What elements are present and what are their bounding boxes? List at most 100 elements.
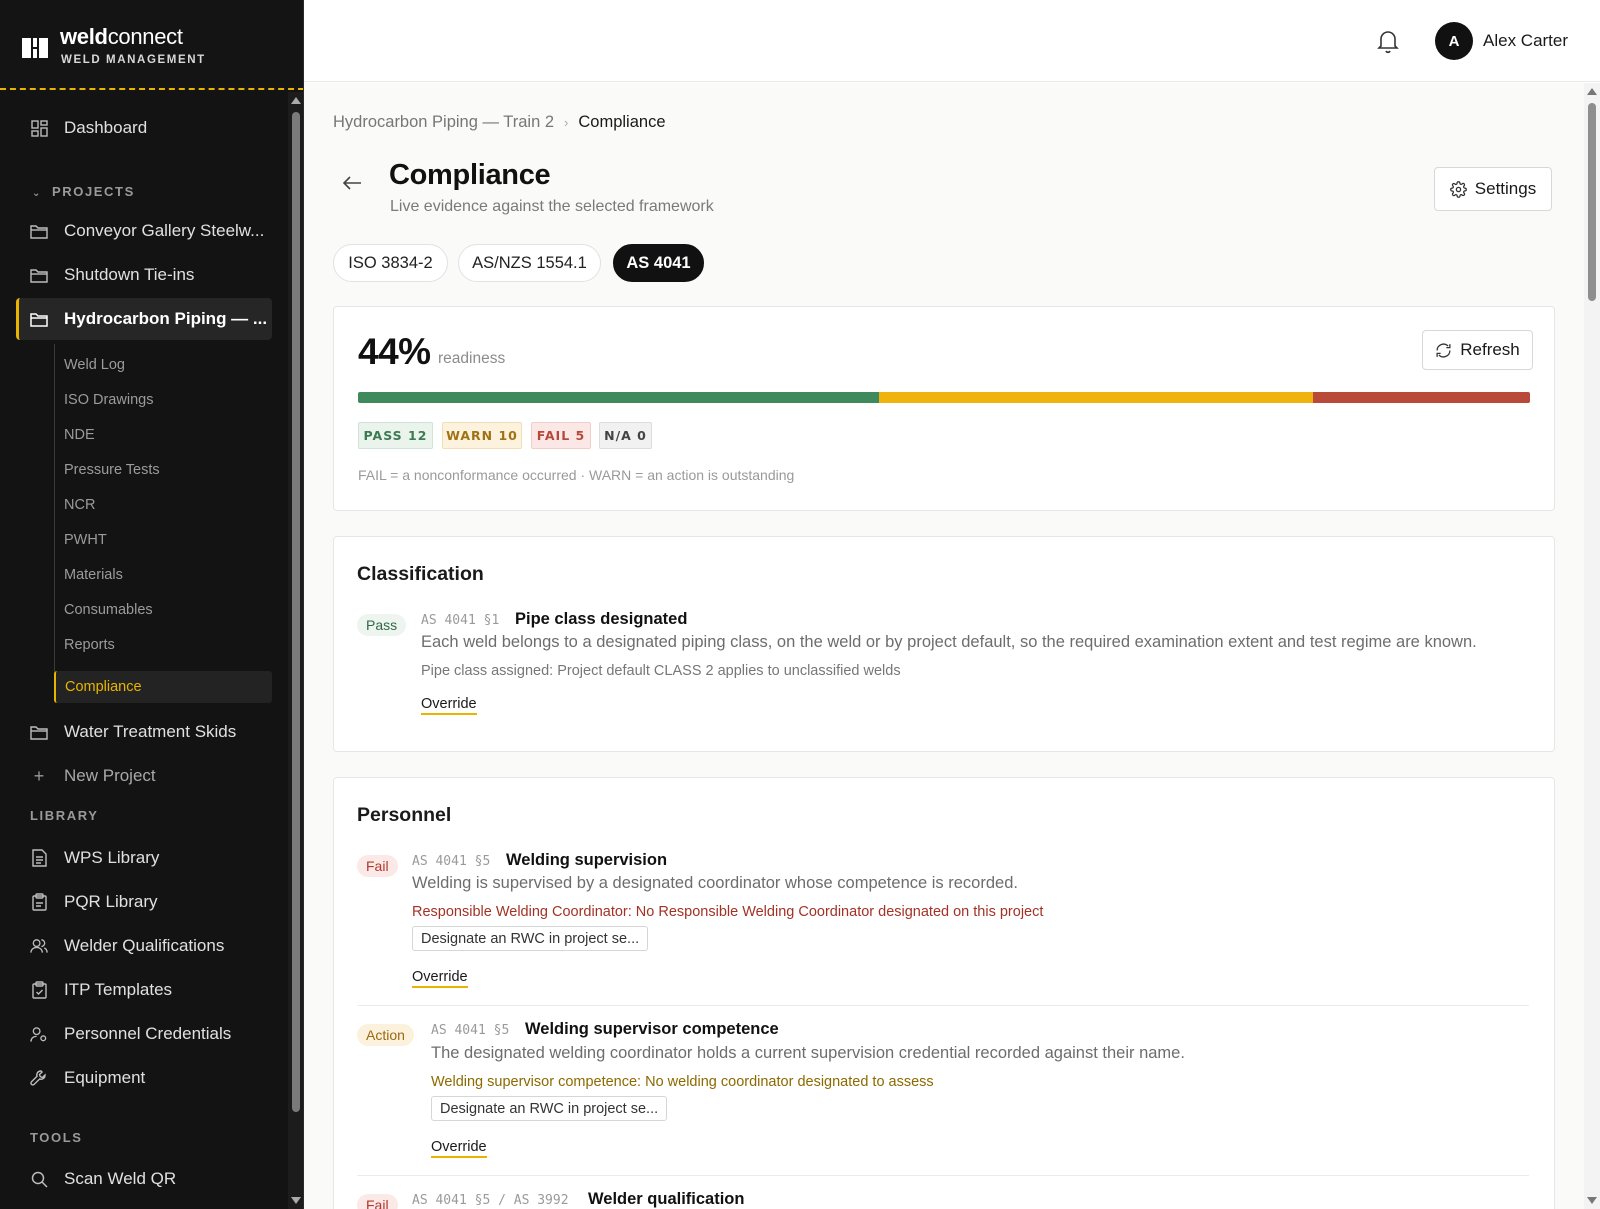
tab-as-4041[interactable]: AS 4041 (613, 244, 704, 282)
sidebar-item-label: PQR Library (64, 892, 158, 911)
readiness-card: 44% readiness Refresh PASS 12 WARN 10 FA… (333, 306, 1555, 511)
sidebar-item-label: Hydrocarbon Piping — ... (64, 309, 268, 328)
status-badge: Action (357, 1024, 414, 1046)
refresh-button[interactable]: Refresh (1422, 330, 1533, 370)
subnav-pwht[interactable]: PWHT (64, 532, 107, 548)
new-project-button[interactable]: + New Project (16, 755, 272, 797)
scroll-down-arrow-icon[interactable] (291, 1197, 301, 1204)
section-title: Classification (357, 563, 484, 585)
check-title: Welder qualification (588, 1190, 745, 1208)
clause-reference: AS 4041 §1 (421, 613, 500, 628)
check-title: Welding supervisor competence (525, 1020, 779, 1038)
brand-header[interactable]: weldconnect WELD MANAGEMENT (0, 0, 303, 90)
avatar[interactable]: A (1435, 22, 1473, 60)
check-description: The designated welding coordinator holds… (431, 1044, 1185, 1062)
check-evidence: Pipe class assigned: Project default CLA… (421, 663, 901, 679)
sidebar-item-project-conveyor[interactable]: Conveyor Gallery Steelw... (16, 210, 272, 252)
plus-icon: + (33, 765, 45, 786)
sidebar-item-label: Scan Weld QR (64, 1169, 177, 1188)
sidebar-item-welder-qualifications[interactable]: Welder Qualifications (16, 925, 272, 967)
status-badge: Fail (357, 1194, 398, 1209)
sidebar-item-project-water[interactable]: Water Treatment Skids (16, 711, 272, 753)
user-cog-icon (30, 1025, 48, 1043)
scroll-up-arrow-icon[interactable] (291, 97, 301, 104)
status-legend-note: FAIL = a nonconformance occurred · WARN … (358, 467, 795, 483)
sidebar-item-label: Conveyor Gallery Steelw... (64, 221, 265, 240)
override-link[interactable]: Override (412, 969, 468, 988)
status-badge: Pass (357, 614, 407, 636)
subnav-compliance[interactable]: Compliance (54, 671, 272, 703)
personnel-card: Personnel Fail AS 4041 §5 Welding superv… (333, 777, 1555, 1209)
progress-segment-fail (1312, 392, 1530, 403)
sidebar-scrollbar[interactable] (288, 92, 303, 1209)
override-link[interactable]: Override (421, 696, 477, 715)
tab-as-nzs-1554-1[interactable]: AS/NZS 1554.1 (458, 244, 601, 282)
subnav-weld-log[interactable]: Weld Log (64, 357, 125, 373)
subnav-materials[interactable]: Materials (64, 567, 123, 583)
sidebar-item-label: WPS Library (64, 848, 160, 867)
sidebar-item-dashboard[interactable]: Dashboard (16, 107, 272, 149)
action-note[interactable]: Designate an RWC in project se... (412, 926, 649, 951)
subnav-consumables[interactable]: Consumables (64, 602, 153, 618)
scroll-up-arrow-icon[interactable] (1587, 88, 1597, 95)
status-badge-pass[interactable]: PASS 12 (358, 422, 433, 449)
scrollbar-thumb[interactable] (1588, 103, 1596, 301)
library-section-header: LIBRARY (30, 808, 99, 823)
brand-name: weldconnect (60, 24, 183, 49)
main-scrollbar[interactable] (1584, 83, 1600, 1209)
clipboard-icon (30, 893, 48, 911)
bell-icon[interactable] (1376, 28, 1400, 54)
classification-card: Classification Pass AS 4041 §1 Pipe clas… (333, 536, 1555, 752)
scroll-down-arrow-icon[interactable] (1587, 1197, 1597, 1204)
sidebar-item-label: ITP Templates (64, 980, 173, 999)
refresh-icon (1436, 343, 1451, 357)
sidebar-item-project-hydrocarbon[interactable]: Hydrocarbon Piping — ... (16, 298, 272, 340)
sidebar-item-wps-library[interactable]: WPS Library (16, 837, 272, 879)
clause-reference: AS 4041 §5 (431, 1023, 510, 1038)
sidebar-item-project-shutdown[interactable]: Shutdown Tie-ins (16, 254, 272, 296)
readiness-percent: 44% (358, 331, 431, 372)
user-name[interactable]: Alex Carter (1483, 31, 1568, 51)
dashboard-grid-icon (30, 119, 48, 137)
sidebar-item-scan-weld-qr[interactable]: Scan Weld QR (16, 1158, 272, 1200)
sidebar-item-personnel-credentials[interactable]: Personnel Credentials (16, 1013, 272, 1055)
override-link[interactable]: Override (431, 1139, 487, 1158)
subnav-ncr[interactable]: NCR (64, 497, 95, 513)
action-note[interactable]: Designate an RWC in project se... (431, 1096, 668, 1121)
progress-segment-pass (358, 392, 879, 403)
status-badge-warn[interactable]: WARN 10 (442, 422, 522, 449)
breadcrumb-current: Compliance (578, 113, 666, 131)
tab-iso-3834-2[interactable]: ISO 3834-2 (333, 244, 448, 282)
search-icon (30, 1170, 48, 1188)
settings-label: Settings (1474, 179, 1537, 198)
sidebar-item-label: Shutdown Tie-ins (64, 265, 195, 284)
section-title: Personnel (357, 804, 452, 826)
status-badge-fail[interactable]: FAIL 5 (531, 422, 591, 449)
page-title: Compliance (389, 159, 551, 191)
back-arrow-icon[interactable] (342, 175, 362, 191)
folder-icon (30, 222, 48, 240)
subnav-iso-drawings[interactable]: ISO Drawings (64, 392, 153, 408)
subnav-nde[interactable]: NDE (64, 427, 95, 443)
status-badge: Fail (357, 855, 398, 877)
sidebar-item-label: Water Treatment Skids (64, 722, 237, 741)
check-title: Pipe class designated (515, 610, 688, 628)
folder-open-icon (30, 310, 48, 328)
breadcrumb-parent[interactable]: Hydrocarbon Piping — Train 2 (333, 113, 554, 132)
wrench-icon (30, 1069, 48, 1087)
scrollbar-thumb[interactable] (292, 112, 300, 1112)
topbar: A Alex Carter (304, 0, 1600, 82)
sidebar-item-equipment[interactable]: Equipment (16, 1057, 272, 1099)
projects-section-header[interactable]: ⌄ PROJECTS (32, 184, 135, 199)
subnav-reports[interactable]: Reports (64, 637, 115, 653)
settings-button[interactable]: Settings (1434, 167, 1552, 211)
sidebar-item-label: New Project (64, 766, 156, 785)
sidebar-item-itp-templates[interactable]: ITP Templates (16, 969, 272, 1011)
sidebar-item-label: Welder Qualifications (64, 936, 225, 955)
check-description: Each weld belongs to a designated piping… (421, 633, 1477, 651)
sidebar-item-label: Equipment (64, 1068, 146, 1087)
status-badge-na[interactable]: N/A 0 (599, 422, 652, 449)
sidebar-item-label: Personnel Credentials (64, 1024, 232, 1043)
sidebar-item-pqr-library[interactable]: PQR Library (16, 881, 272, 923)
subnav-pressure-tests[interactable]: Pressure Tests (64, 462, 160, 478)
